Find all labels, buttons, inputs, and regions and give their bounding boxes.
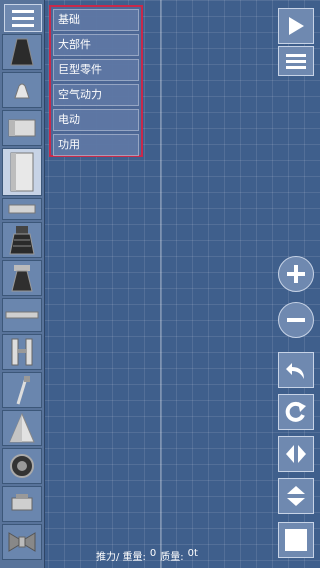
rotate-icon (285, 401, 306, 422)
decoupler-icon (5, 311, 39, 319)
docking-port-icon (11, 494, 33, 511)
build-axis-line (160, 0, 162, 568)
part-decoupler[interactable] (2, 298, 42, 332)
wheel-icon (10, 454, 34, 478)
zoom-out-button[interactable] (278, 302, 314, 338)
part-landing-leg[interactable] (2, 372, 42, 408)
engine-large-icon (9, 226, 35, 255)
mass-value: 0t (187, 548, 198, 559)
plus-icon (287, 265, 305, 283)
nose-cone-dark-icon (10, 38, 34, 66)
flip-horizontal-icon (286, 445, 306, 463)
part-engine-large[interactable] (2, 222, 42, 258)
part-nose-cone-dark[interactable] (2, 34, 42, 70)
part-docking-port[interactable] (2, 486, 42, 522)
category-aerodynamics[interactable]: 空气动力 (53, 84, 139, 106)
launch-button[interactable] (278, 8, 314, 44)
part-fairing-cone[interactable] (2, 410, 42, 446)
solar-panel-icon (8, 532, 36, 552)
category-giant-parts[interactable]: 巨型零件 (53, 59, 139, 81)
thrust-weight-label: 推力/ 重量: (96, 552, 146, 563)
fuel-tank-short-icon (8, 119, 36, 137)
category-menu: 基础 大部件 巨型零件 空气动力 电动 功用 (49, 5, 143, 157)
flip-vertical-button[interactable] (278, 478, 314, 514)
rotate-button[interactable] (278, 394, 314, 430)
square-icon (285, 529, 307, 551)
mass-label: 质量: (160, 552, 184, 563)
zoom-in-button[interactable] (278, 256, 314, 292)
thrust-weight-value: 0 (149, 548, 157, 559)
part-separator[interactable] (2, 198, 42, 220)
build-stats: 推力/ 重量: 0 质量: 0t (96, 548, 246, 564)
fairing-cone-icon (9, 412, 35, 443)
category-large-parts[interactable]: 大部件 (53, 34, 139, 56)
part-fuel-tank-short[interactable] (2, 110, 42, 146)
minus-icon (287, 318, 305, 322)
flip-horizontal-button[interactable] (278, 436, 314, 472)
category-basic[interactable]: 基础 (53, 9, 139, 31)
play-icon (289, 17, 304, 35)
options-button[interactable] (278, 46, 314, 76)
landing-leg-icon (16, 376, 30, 405)
separator-icon (8, 204, 36, 214)
undo-button[interactable] (278, 352, 314, 388)
parts-panel (0, 0, 45, 568)
engine-small-icon (11, 265, 33, 292)
part-engine-small[interactable] (2, 260, 42, 296)
part-capsule[interactable] (2, 72, 42, 108)
part-wheel[interactable] (2, 448, 42, 484)
part-solar-panel[interactable] (2, 524, 42, 560)
capsule-icon (14, 83, 30, 99)
category-electric[interactable]: 电动 (53, 109, 139, 131)
flip-vertical-icon (287, 486, 305, 506)
part-fuel-tank-tall[interactable] (2, 148, 42, 196)
fuel-tank-tall-icon (10, 152, 34, 192)
menu-icon (286, 54, 306, 69)
part-side-booster[interactable] (2, 334, 42, 370)
undo-icon (286, 363, 304, 379)
menu-icon[interactable] (4, 4, 42, 32)
side-booster-icon (11, 338, 33, 366)
category-utility[interactable]: 功用 (53, 134, 139, 156)
select-area-button[interactable] (278, 522, 314, 558)
